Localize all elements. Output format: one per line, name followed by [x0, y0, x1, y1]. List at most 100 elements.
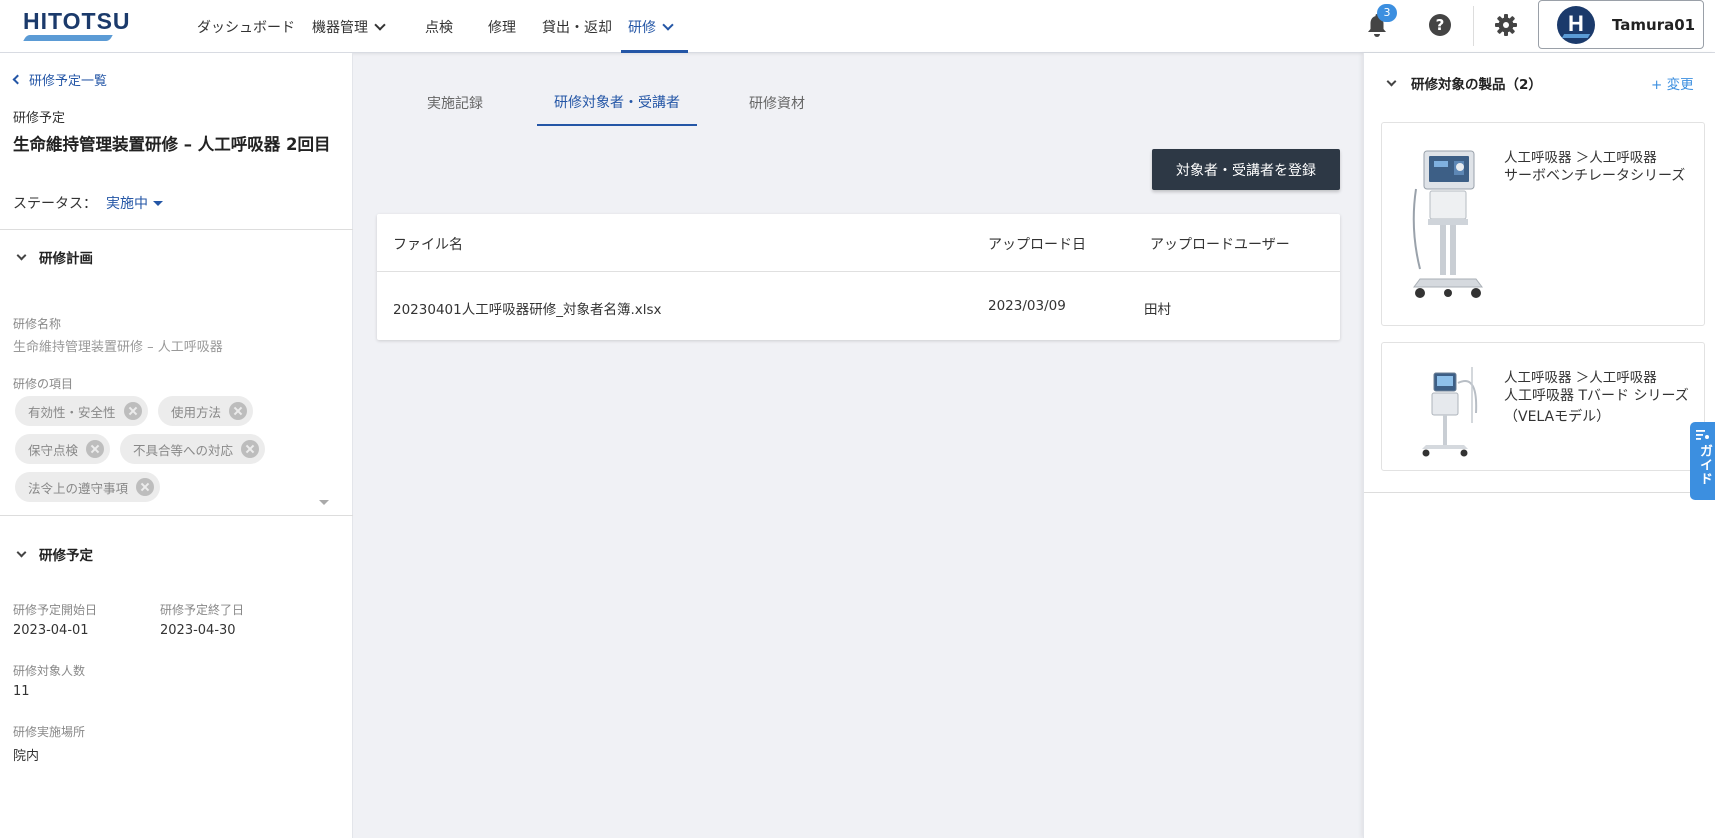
caret-down-icon[interactable]	[319, 500, 329, 505]
products-section-toggle[interactable]: 研修対象の製品（2）	[1386, 73, 1542, 93]
change-products-link[interactable]: + 変更	[1651, 73, 1694, 93]
tab-materials[interactable]: 研修資材	[697, 80, 857, 126]
product-card[interactable]: 人工呼吸器 ＞人工呼吸器 サーボベンチレータシリーズ	[1381, 122, 1705, 326]
training-detail-panel: 研修予定一覧 研修予定 生命維持管理装置研修 – 人工呼吸器 2回目 ステータス…	[0, 53, 353, 838]
notification-badge: 3	[1377, 4, 1397, 22]
products-heading: 研修対象の製品（2）	[1411, 77, 1542, 93]
nav-equipment-label: 機器管理	[312, 19, 368, 36]
nav-lending[interactable]: 貸出・返却	[532, 0, 621, 53]
register-participants-button[interactable]: 対象者・受講者を登録	[1152, 149, 1340, 190]
help-icon[interactable]: ?	[1429, 14, 1451, 36]
end-date-label: 研修予定終了日	[160, 603, 245, 617]
guide-button[interactable]: ガイド	[1690, 422, 1715, 500]
chevron-down-icon	[374, 18, 386, 31]
nav-repair-label: 修理	[488, 19, 516, 36]
training-item-chip: 不具合等への対応	[120, 434, 266, 464]
remove-chip-icon[interactable]	[86, 440, 105, 458]
training-item-chip: 法令上の遵守事項	[15, 472, 161, 502]
plan-heading: 研修計画	[39, 251, 93, 267]
ventilator-image	[1412, 150, 1483, 298]
chip-label: 有効性・安全性	[28, 404, 116, 420]
chevron-down-icon	[1386, 76, 1397, 86]
user-menu-button[interactable]: H Tamura01	[1538, 0, 1704, 49]
venue-value: 院内	[13, 749, 40, 764]
chip-label: 保守点検	[28, 442, 79, 458]
user-name: Tamura01	[1612, 16, 1696, 34]
guide-label: ガイド	[1697, 444, 1712, 486]
training-name-value: 生命維持管理装置研修 – 人工呼吸器	[13, 340, 223, 355]
schedule-heading: 研修予定	[39, 548, 93, 564]
status-label: ステータス：	[13, 196, 97, 212]
table-header-divider	[377, 271, 1340, 272]
training-name-label: 研修名称	[13, 317, 62, 331]
back-link-label: 研修予定一覧	[29, 74, 108, 89]
nav-equipment[interactable]: 機器管理	[305, 0, 410, 53]
upload-user-cell: 田村	[1144, 302, 1171, 318]
tab-label: 実施記録	[427, 96, 483, 112]
file-name-cell[interactable]: 20230401人工呼吸器研修_対象者名簿.xlsx	[393, 298, 662, 318]
header-divider	[1473, 6, 1474, 46]
ventilator-image	[1422, 367, 1478, 457]
nav-repair[interactable]: 修理	[473, 0, 532, 53]
column-header-upload-date: アップロード日	[988, 237, 1086, 253]
nav-training[interactable]: 研修	[621, 0, 688, 53]
avatar: H	[1557, 6, 1595, 44]
training-item-chip: 保守点検	[15, 434, 111, 464]
training-item-chip: 有効性・安全性	[15, 396, 148, 426]
tab-label: 研修対象者・受講者	[554, 95, 680, 111]
chip-label: 使用方法	[171, 404, 222, 420]
venue-label: 研修実施場所	[13, 725, 86, 739]
product-name: サーボベンチレータシリーズ	[1504, 168, 1686, 184]
caret-down-icon	[153, 201, 163, 206]
start-date-label: 研修予定開始日	[13, 603, 98, 617]
back-to-schedule-list-link[interactable]: 研修予定一覧	[12, 70, 108, 89]
plan-section-toggle[interactable]: 研修計画	[16, 237, 93, 277]
chevron-down-icon	[16, 250, 27, 260]
product-category: 人工呼吸器 ＞人工呼吸器	[1504, 150, 1657, 166]
target-count-label: 研修対象人数	[13, 664, 86, 678]
remove-chip-icon[interactable]	[229, 402, 248, 420]
chevron-left-icon	[12, 74, 23, 85]
divider	[0, 229, 353, 230]
tab-records[interactable]: 実施記録	[375, 80, 535, 126]
nav-inspection[interactable]: 点検	[410, 0, 473, 53]
chip-label: 不具合等への対応	[133, 442, 234, 458]
hitotsu-logo[interactable]: HITOTSU	[23, 8, 135, 42]
top-header: HITOTSU ダッシュボード 機器管理 点検 修理 貸出・返却 研修 3 ? …	[0, 0, 1715, 53]
end-date-value: 2023-04-30	[160, 623, 236, 638]
list-icon	[1696, 430, 1709, 440]
upload-date-cell: 2023/03/09	[988, 298, 1066, 314]
product-card[interactable]: 人工呼吸器 ＞人工呼吸器 人工呼吸器 Tバード シリーズ（VELAモデル）	[1381, 342, 1705, 471]
logo-text: HITOTSU	[23, 8, 131, 34]
remove-chip-icon[interactable]	[241, 440, 260, 458]
remove-chip-icon[interactable]	[123, 402, 142, 420]
column-header-filename: ファイル名	[393, 237, 463, 253]
training-items-label: 研修の項目	[13, 377, 74, 391]
divider	[0, 515, 353, 516]
nav-lending-label: 貸出・返却	[542, 19, 612, 36]
logo-underline	[23, 35, 113, 41]
chevron-down-icon	[662, 18, 674, 31]
product-name: 人工呼吸器 Tバード シリーズ（VELAモデル）	[1504, 388, 1689, 425]
target-products-panel: 研修対象の製品（2） + 変更 人工呼吸器 ＞人工呼吸器 サーボベンチレータシリ…	[1363, 53, 1715, 838]
nav-dashboard-label: ダッシュボード	[197, 19, 295, 36]
gear-icon[interactable]	[1494, 13, 1518, 37]
status-dropdown[interactable]: 実施中	[106, 193, 163, 213]
nav-training-label: 研修	[628, 19, 656, 36]
divider	[1364, 492, 1715, 493]
tab-label: 研修資材	[749, 96, 805, 112]
schedule-section-toggle[interactable]: 研修予定	[16, 534, 93, 574]
page-title: 生命維持管理装置研修 – 人工呼吸器 2回目	[13, 135, 331, 154]
chevron-down-icon	[16, 547, 27, 557]
nav-dashboard[interactable]: ダッシュボード	[190, 0, 305, 53]
chip-label: 法令上の遵守事項	[28, 480, 129, 496]
tab-participants[interactable]: 研修対象者・受講者	[537, 80, 697, 126]
schedule-label: 研修予定	[13, 111, 66, 126]
nav-inspection-label: 点検	[425, 19, 453, 36]
start-date-value: 2023-04-01	[13, 623, 89, 638]
file-table: ファイル名 アップロード日 アップロードユーザー 20230401人工呼吸器研修…	[377, 214, 1340, 340]
column-header-upload-user: アップロードユーザー	[1150, 237, 1290, 253]
status-value: 実施中	[106, 196, 148, 212]
remove-chip-icon[interactable]	[136, 478, 155, 496]
training-item-chip: 使用方法	[158, 396, 254, 426]
